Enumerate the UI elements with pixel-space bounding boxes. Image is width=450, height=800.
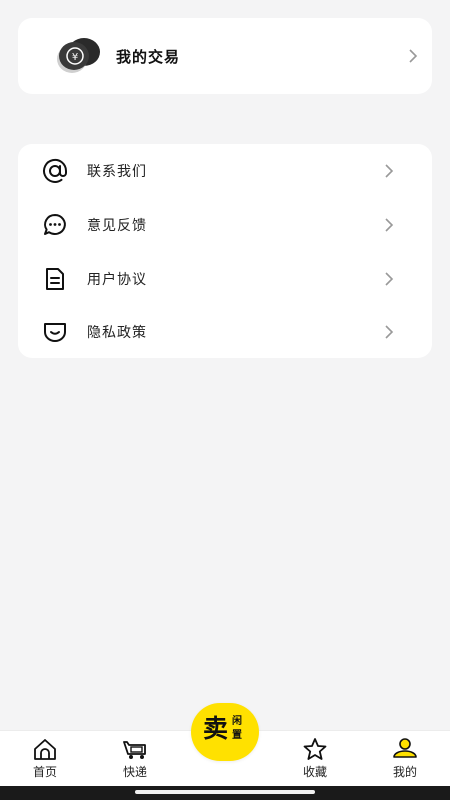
delivery-cart-icon: [123, 741, 146, 759]
sell-idle-button[interactable]: 卖 闲 置: [191, 703, 259, 761]
home-indicator[interactable]: [135, 790, 315, 794]
tab-mine[interactable]: 我的: [380, 731, 430, 787]
sell-sub-label-1: 闲: [232, 716, 242, 727]
chevron-right-icon: [385, 272, 394, 286]
menu-item-label: 用户协议: [87, 272, 147, 288]
tab-favorites-label: 收藏: [302, 765, 327, 779]
coin-stack-icon: ¥: [57, 38, 100, 73]
chevron-right-icon: [385, 218, 394, 232]
menu-item-contact-us[interactable]: 联系我们: [18, 144, 432, 197]
at-sign-icon: [43, 159, 68, 183]
svg-text:¥: ¥: [72, 52, 78, 63]
tab-favorites[interactable]: 收藏: [290, 731, 340, 787]
chat-bubble-icon: [44, 214, 66, 235]
chevron-right-icon: [385, 325, 394, 339]
shield-icon: [44, 323, 66, 342]
menu-item-label: 联系我们: [87, 164, 147, 180]
document-icon: [46, 268, 64, 290]
menu-item-privacy-policy[interactable]: 隐私政策: [18, 305, 432, 358]
menu-item-label: 意见反馈: [87, 218, 147, 234]
star-icon: [303, 738, 327, 760]
menu-item-label: 隐私政策: [87, 325, 147, 341]
sell-main-label: 卖: [203, 714, 229, 743]
tab-express[interactable]: 快递: [110, 731, 160, 787]
my-trades-card[interactable]: ¥ 我的交易: [18, 18, 432, 94]
tab-mine-label: 我的: [392, 765, 417, 779]
tab-home[interactable]: 首页: [20, 731, 70, 787]
chevron-right-icon: [385, 164, 394, 178]
chevron-right-icon: [409, 49, 418, 63]
menu-item-user-agreement[interactable]: 用户协议: [18, 252, 432, 305]
menu-item-feedback[interactable]: 意见反馈: [18, 198, 432, 251]
sell-sub-label-2: 置: [232, 730, 242, 741]
tab-home-label: 首页: [32, 765, 57, 779]
home-icon: [34, 739, 56, 760]
user-icon: [393, 738, 417, 758]
tab-express-label: 快递: [122, 765, 147, 779]
settings-menu-card: 联系我们 意见反馈 用户协议 隐私政策: [18, 144, 432, 358]
my-trades-title: 我的交易: [116, 48, 181, 66]
